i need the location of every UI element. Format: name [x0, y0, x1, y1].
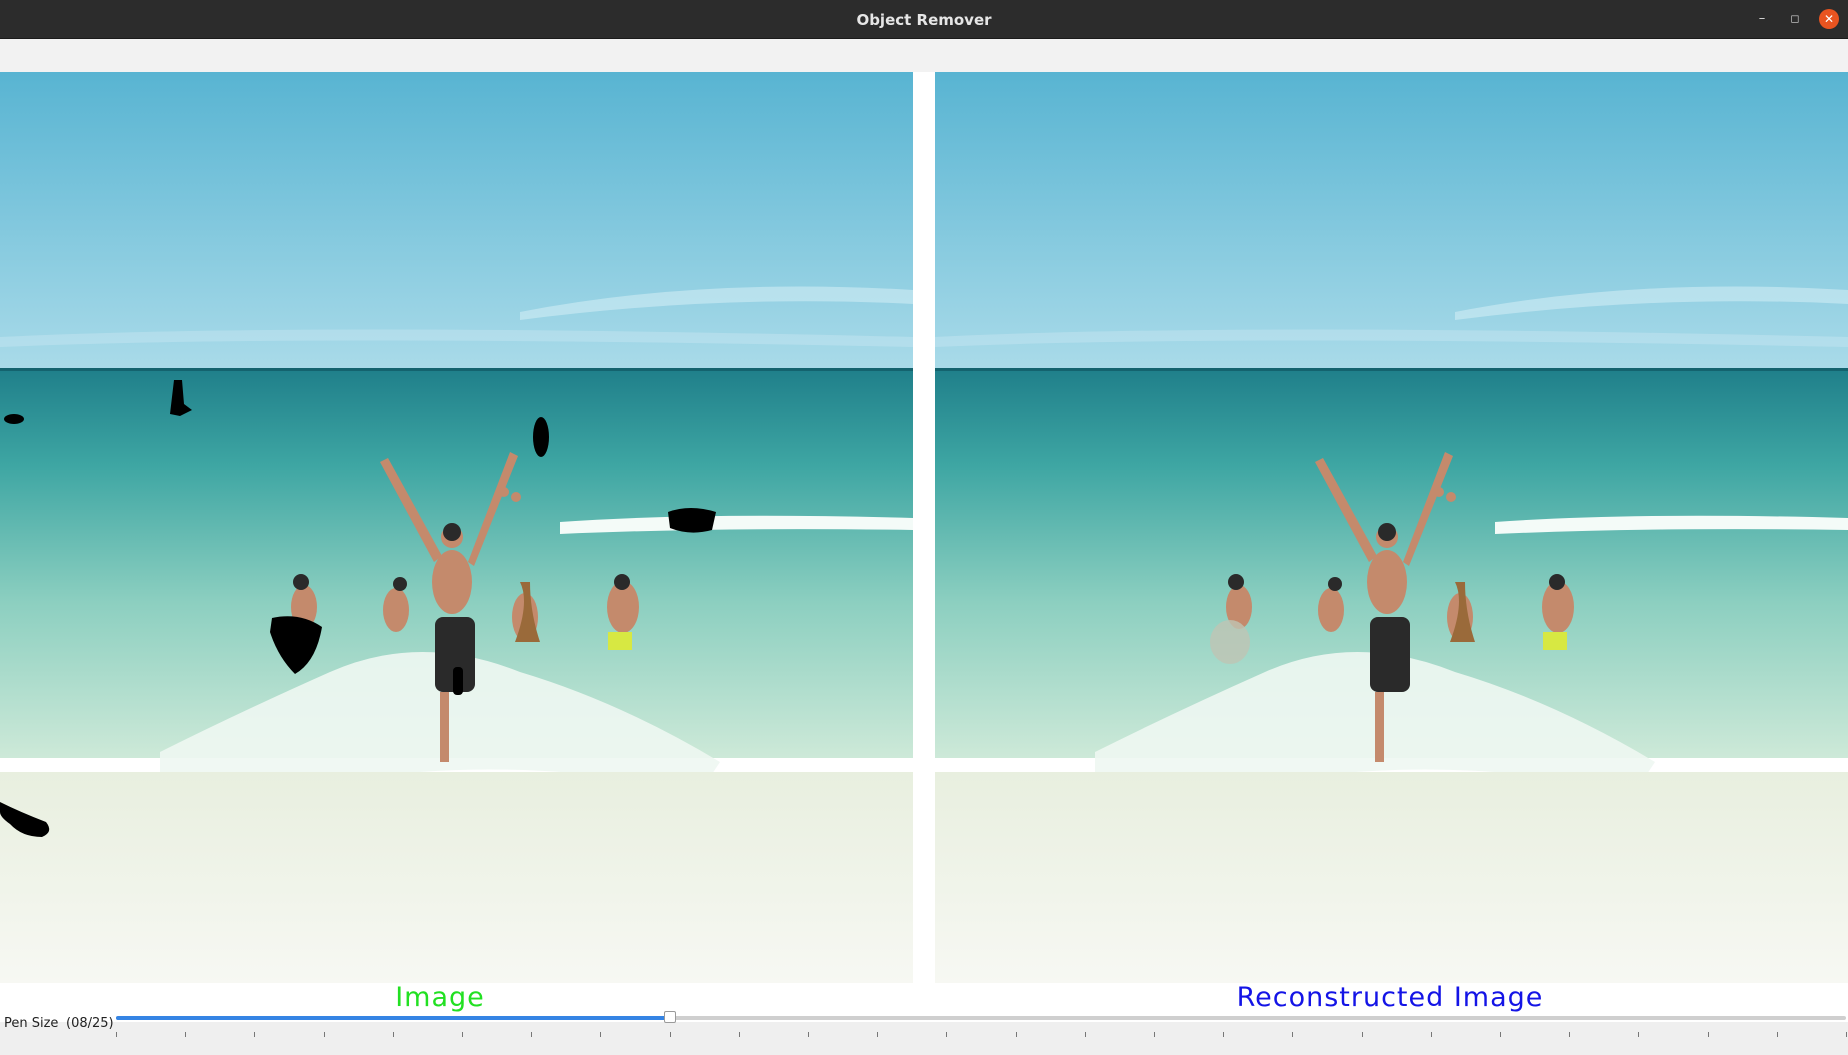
- slider-tick: [1431, 1032, 1432, 1037]
- pen-size-label: Pen Size: [4, 1016, 59, 1031]
- slider-tick: [1846, 1032, 1847, 1037]
- app-window: Object Remover – ◻ ✕ Image Reconstructed…: [0, 0, 1848, 1055]
- image-canvas: Image Reconstructed Image: [0, 72, 1848, 1022]
- slider-tick: [600, 1032, 601, 1037]
- slider-tick: [1223, 1032, 1224, 1037]
- slider-tick: [1085, 1032, 1086, 1037]
- window-title: Object Remover: [856, 11, 992, 29]
- pen-size-control: Pen Size (08/25): [0, 1006, 1848, 1040]
- pen-size-value: (08/25): [66, 1016, 114, 1031]
- pen-size-slider-handle[interactable]: [664, 1011, 676, 1023]
- slider-tick: [808, 1032, 809, 1037]
- slider-tick: [116, 1032, 117, 1037]
- pen-size-slider[interactable]: [116, 1011, 1847, 1037]
- slider-tick: [1638, 1032, 1639, 1037]
- slider-tick: [1154, 1032, 1155, 1037]
- title-bar[interactable]: Object Remover – ◻ ✕: [0, 0, 1848, 39]
- minimize-icon[interactable]: –: [1752, 9, 1772, 29]
- slider-tick: [670, 1032, 671, 1037]
- maximize-icon[interactable]: ◻: [1785, 9, 1805, 29]
- slider-tick: [877, 1032, 878, 1037]
- slider-tick: [324, 1032, 325, 1037]
- toolbar: [0, 39, 1848, 73]
- slider-tick: [1362, 1032, 1363, 1037]
- slider-tick: [1016, 1032, 1017, 1037]
- close-icon[interactable]: ✕: [1819, 9, 1839, 29]
- slider-tick: [1708, 1032, 1709, 1037]
- slider-tick: [946, 1032, 947, 1037]
- slider-tick: [531, 1032, 532, 1037]
- slider-tick: [739, 1032, 740, 1037]
- slider-tick: [393, 1032, 394, 1037]
- slider-tick: [254, 1032, 255, 1037]
- slider-tick: [1777, 1032, 1778, 1037]
- slider-tick: [185, 1032, 186, 1037]
- slider-tick: [462, 1032, 463, 1037]
- pen-size-slider-fill: [116, 1016, 670, 1020]
- input-image[interactable]: [0, 72, 913, 983]
- slider-tick: [1292, 1032, 1293, 1037]
- slider-tick: [1500, 1032, 1501, 1037]
- slider-tick: [1569, 1032, 1570, 1037]
- reconstructed-image: [935, 72, 1848, 983]
- pen-size-slider-ticks: [116, 1032, 1847, 1038]
- input-image-panel[interactable]: [0, 72, 913, 983]
- reconstructed-image-panel: [935, 72, 1848, 983]
